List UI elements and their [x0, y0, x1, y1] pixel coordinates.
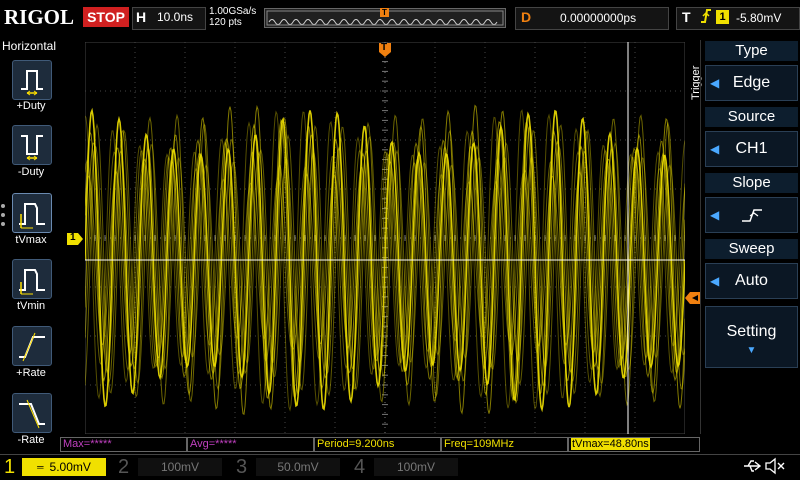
measurement-tvmax: tVmax=48.80ns [571, 438, 650, 450]
trigger-level-value: -5.80mV [736, 11, 782, 25]
page-dot-indicator [1, 213, 5, 217]
channel-4-number[interactable]: 4 [354, 455, 365, 479]
negative-duty-label: -Duty [17, 166, 45, 178]
sweep-value: Auto [735, 272, 768, 289]
sweep-button[interactable]: ◀ Auto [705, 263, 798, 299]
left-arrow-icon: ◀ [710, 142, 720, 156]
channel-4-scale: 100mV [396, 460, 436, 474]
memory-timeline[interactable]: T [264, 8, 506, 28]
trigger-slope-icon [700, 8, 712, 27]
memory-depth: 120 pts [209, 17, 242, 28]
horizontal-menu-title: Horizontal [2, 39, 57, 53]
run-stop-status[interactable]: STOP [83, 7, 129, 27]
tvmax-icon [19, 203, 45, 229]
positive-duty-icon [21, 70, 43, 96]
speaker-mute-icon[interactable] [764, 457, 786, 480]
channel-1-scale-box[interactable]: ═ 5.00mV [22, 458, 106, 476]
sample-rate-info: 1.00GSa/s 120 pts [209, 6, 256, 28]
tvmax-button[interactable] [12, 193, 52, 233]
measurement-tvmax-box[interactable]: tVmax=48.80ns [568, 437, 700, 452]
delay-value: 0.00000000ps [560, 11, 637, 25]
setting-button[interactable]: Setting ▼ [705, 306, 798, 368]
type-value: Edge [732, 74, 771, 91]
waveform-display[interactable] [84, 41, 686, 435]
timebase-value: 10.0ns [157, 10, 194, 24]
horizontal-key: H [136, 9, 147, 25]
down-arrow-icon: ▼ [746, 345, 757, 356]
trigger-level-marker[interactable] [685, 291, 701, 304]
channel-4-scale-box[interactable]: 100mV [374, 458, 458, 476]
slope-header: Slope [705, 173, 798, 193]
positive-rate-icon [19, 332, 45, 362]
channel-2-scale-box[interactable]: 100mV [138, 458, 222, 476]
delay-key: D [521, 9, 532, 25]
left-arrow-icon: ◀ [710, 76, 720, 90]
negative-rate-button[interactable] [12, 393, 52, 433]
type-button[interactable]: ◀ Edge [705, 65, 798, 101]
channel-2-scale: 100mV [160, 460, 200, 474]
trigger-panel-divider [700, 40, 701, 434]
trigger-position-label: T [381, 42, 388, 53]
timeline-trigger-marker-icon: T [380, 8, 389, 17]
trigger-position-marker[interactable]: T [379, 42, 391, 57]
channel-3-number[interactable]: 3 [236, 455, 247, 479]
trigger-key: T [682, 9, 691, 25]
sample-rate: 1.00GSa/s [209, 6, 257, 17]
page-dot-indicator [1, 222, 5, 226]
slope-button[interactable]: ◀ [705, 197, 798, 233]
measurement-avg[interactable]: Avg=***** [187, 437, 314, 452]
usb-icon [742, 458, 762, 479]
page-dot-indicator [1, 204, 5, 208]
positive-duty-button[interactable] [12, 60, 52, 100]
sweep-header: Sweep [705, 239, 798, 259]
tvmin-icon [19, 269, 45, 295]
positive-duty-label: +Duty [16, 100, 46, 112]
positive-rate-button[interactable] [12, 326, 52, 366]
negative-rate-label: -Rate [17, 434, 45, 446]
source-value: CH1 [735, 140, 768, 157]
waveform-graticule [84, 41, 686, 435]
source-header: Source [705, 107, 798, 127]
channel-3-scale-box[interactable]: 50.0mV [256, 458, 340, 476]
channel-1-marker-label: 1 [70, 232, 76, 243]
measurement-max[interactable]: Max=***** [60, 437, 187, 452]
negative-duty-button[interactable] [12, 125, 52, 165]
channel-3-scale: 50.0mV [277, 460, 319, 474]
tvmin-label: tVmin [16, 300, 46, 312]
type-header: Type [705, 41, 798, 61]
source-button[interactable]: ◀ CH1 [705, 131, 798, 167]
tvmin-button[interactable] [12, 259, 52, 299]
trigger-channel-badge: 1 [716, 10, 729, 24]
rising-edge-icon [741, 209, 762, 222]
measurement-freq[interactable]: Freq=109MHz [441, 437, 568, 452]
negative-duty-icon [21, 135, 43, 161]
channel-2-number[interactable]: 2 [118, 455, 129, 479]
channel-1-number[interactable]: 1 [4, 455, 15, 479]
dc-coupling-icon: ═ [37, 462, 44, 472]
left-arrow-icon: ◀ [710, 208, 720, 222]
left-arrow-icon: ◀ [710, 274, 720, 288]
measurement-period[interactable]: Period=9.200ns [314, 437, 441, 452]
negative-rate-icon [19, 399, 45, 429]
rigol-logo: RIGOL [4, 5, 75, 29]
positive-rate-label: +Rate [16, 367, 46, 379]
channel-1-scale: 5.00mV [49, 460, 91, 474]
setting-label: Setting [726, 323, 777, 340]
channel-1-offset-marker[interactable]: 1 [67, 232, 83, 245]
tvmax-label: tVmax [15, 234, 47, 246]
